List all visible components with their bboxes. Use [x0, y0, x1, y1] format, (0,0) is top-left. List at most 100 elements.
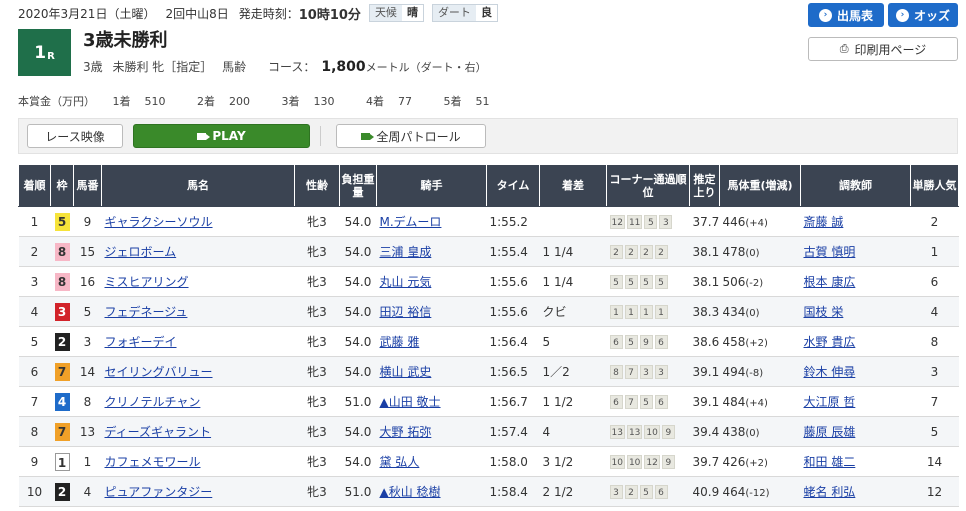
time: 1:55.6 — [486, 296, 540, 327]
col-popularity[interactable]: 単勝人気 — [910, 164, 959, 207]
jockey-cell: ▲秋山 稔樹 — [376, 476, 487, 507]
col-time[interactable]: タイム — [486, 164, 540, 207]
col-margin[interactable]: 着差 — [539, 164, 607, 207]
corner-cell: 5555 — [606, 266, 690, 297]
col-place[interactable]: 着順 — [18, 164, 51, 207]
body-weight: 478 — [722, 244, 746, 259]
corner-position: 13 — [609, 425, 625, 439]
print-page-button[interactable]: ⎙ 印刷用ページ — [808, 37, 958, 61]
last3f: 39.7 — [689, 446, 720, 477]
horse-link[interactable]: フォギーデイ — [105, 335, 177, 349]
jockey-link[interactable]: M.デムーロ — [380, 215, 442, 229]
col-body-weight[interactable]: 馬体重(増減) — [719, 164, 801, 207]
jockey-link[interactable]: 武藤 雅 — [380, 335, 420, 349]
horse-link[interactable]: ディーズギャラント — [105, 425, 212, 439]
time: 1:55.4 — [486, 236, 540, 267]
trainer-link[interactable]: 水野 貴広 — [804, 335, 856, 349]
waku-badge: 8 — [54, 272, 70, 291]
horse-number: 9 — [73, 206, 102, 237]
body-weight-cell: 458(+2) — [719, 326, 801, 357]
trainer-link[interactable]: 藤原 辰雄 — [804, 425, 856, 439]
course-detail: メートル（ダート・右） — [365, 61, 487, 74]
time: 1:58.0 — [486, 446, 540, 477]
trainer-link[interactable]: 古賀 慎明 — [804, 245, 856, 259]
horse-link[interactable]: クリノテルチャン — [105, 395, 201, 409]
horse-link[interactable]: ピュアファンタジー — [105, 485, 213, 499]
odds-button[interactable]: › オッズ — [888, 3, 958, 27]
corner-position: 6 — [609, 395, 623, 409]
trainer-link[interactable]: 斎藤 誠 — [804, 215, 844, 229]
table-row: 2 8 15 ジェロボーム 牝3 54.0 三浦 皇成 1:55.4 1 1/4 2 2 2 2 38.1… — [18, 236, 959, 267]
jockey-link[interactable]: 横山 武史 — [380, 365, 432, 379]
jockey-link[interactable]: 田辺 裕信 — [380, 305, 432, 319]
col-waku[interactable]: 枠 — [50, 164, 74, 207]
race-meta-line: 2020年3月21日（土曜） 2回中山8日 発走時刻： 10時10分 天候 晴 … — [18, 4, 498, 23]
last3f: 37.7 — [689, 206, 720, 237]
corner-position: 6 — [654, 485, 668, 499]
waku-badge: 1 — [54, 452, 70, 471]
jockey-link[interactable]: 黛 弘人 — [380, 455, 420, 469]
corner-position: 2 — [609, 245, 623, 259]
jockey-link[interactable]: 三浦 皇成 — [380, 245, 432, 259]
jockey-link[interactable]: ▲山田 敬士 — [380, 395, 441, 409]
col-last3f[interactable]: 推定上り — [689, 164, 720, 207]
jockey-link[interactable]: 丸山 元気 — [380, 275, 432, 289]
time: 1:57.4 — [486, 416, 540, 447]
entries-button[interactable]: › 出馬表 — [808, 3, 884, 27]
horse-link[interactable]: カフェメモワール — [105, 455, 201, 469]
jockey-link[interactable]: ▲秋山 稔樹 — [380, 485, 441, 499]
corner-position: 6 — [654, 395, 668, 409]
trainer-link[interactable]: 鈴木 伸尋 — [804, 365, 856, 379]
table-row: 10 2 4 ピュアファンタジー 牝3 51.0 ▲秋山 稔樹 1:58.4 2 1/2 3 2 5 6… — [18, 476, 959, 507]
race-video-button[interactable]: レース映像 — [27, 124, 123, 148]
trainer-link[interactable]: 大江原 哲 — [804, 395, 856, 409]
popularity: 2 — [910, 206, 959, 237]
corner-position: 3 — [659, 215, 673, 229]
weight: 51.0 — [339, 476, 377, 507]
prize-item-2: 2着 200 — [197, 95, 250, 108]
start-time-label: 発走時刻： — [238, 6, 299, 21]
horse-link[interactable]: ジェロボーム — [105, 245, 177, 259]
body-weight-cell: 464(-12) — [719, 476, 801, 507]
margin: クビ — [539, 296, 607, 327]
trainer-link[interactable]: 和田 雄二 — [804, 455, 856, 469]
horse-link[interactable]: ギャラクシーソウル — [105, 215, 213, 229]
time: 1:55.6 — [486, 266, 540, 297]
col-corner[interactable]: コーナー通過順位 — [606, 164, 690, 207]
race-weight-rule: 馬齢 — [222, 60, 247, 74]
col-jockey[interactable]: 騎手 — [376, 164, 487, 207]
jockey-link[interactable]: 大野 拓弥 — [380, 425, 432, 439]
sex-age: 牝3 — [294, 206, 340, 237]
waku-cell: 1 — [50, 446, 74, 477]
trainer-link[interactable]: 蛯名 利弘 — [804, 485, 856, 499]
horse-link[interactable]: セイリングバリュー — [105, 365, 213, 379]
col-trainer[interactable]: 調教師 — [800, 164, 911, 207]
place: 2 — [18, 236, 51, 267]
jockey-cell: ▲山田 敬士 — [376, 386, 487, 417]
weight: 54.0 — [339, 266, 377, 297]
corner-cell: 3256 — [606, 476, 690, 507]
horse-link[interactable]: フェデネージュ — [105, 305, 188, 319]
waku-badge: 2 — [54, 482, 70, 501]
col-weight[interactable]: 負担重量 — [339, 164, 377, 207]
trainer-cell: 国枝 栄 — [800, 296, 911, 327]
margin: 4 — [539, 416, 607, 447]
col-horse-name[interactable]: 馬名 — [101, 164, 295, 207]
weight: 54.0 — [339, 446, 377, 477]
course-label: コース： — [267, 60, 316, 74]
sex-age: 牝3 — [294, 296, 340, 327]
corner-position: 13 — [626, 425, 643, 439]
trainer-cell: 大江原 哲 — [800, 386, 911, 417]
col-horse-number[interactable]: 馬番 — [73, 164, 102, 207]
play-button[interactable]: PLAY — [133, 124, 310, 148]
trainer-link[interactable]: 根本 康広 — [804, 275, 856, 289]
place: 1 — [18, 206, 51, 237]
horse-link[interactable]: ミスヒアリング — [105, 275, 189, 289]
race-conditions: 3歳 未勝利 牝［指定］ 馬齢 コース： 1,800メートル（ダート・右） — [83, 58, 487, 75]
col-sex-age[interactable]: 性齢 — [294, 164, 340, 207]
patrol-video-button[interactable]: 全周パトロール — [336, 124, 486, 148]
corner-cell: 8733 — [606, 356, 690, 387]
trainer-link[interactable]: 国枝 栄 — [804, 305, 844, 319]
last3f: 40.9 — [689, 476, 720, 507]
weight: 54.0 — [339, 296, 377, 327]
